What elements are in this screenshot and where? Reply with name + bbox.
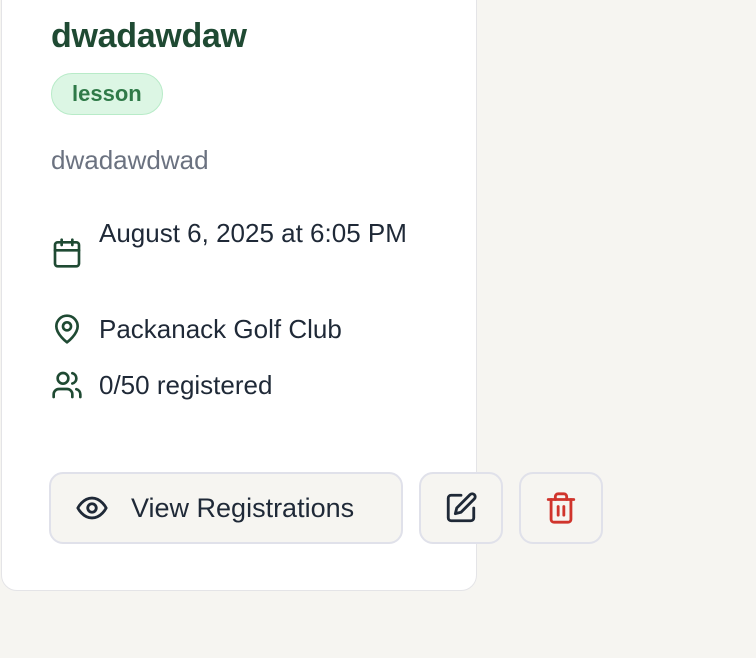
- event-title: dwadawdaw: [51, 17, 247, 55]
- event-registration-row: 0/50 registered: [51, 365, 272, 405]
- map-pin-icon: [51, 313, 83, 345]
- event-description: dwadawdwad: [51, 145, 209, 175]
- users-icon: [51, 369, 83, 401]
- event-location-row: Packanack Golf Club: [51, 309, 342, 349]
- event-type-badge: lesson: [51, 73, 163, 115]
- eye-icon: [75, 491, 109, 525]
- edit-event-button[interactable]: [419, 472, 503, 544]
- view-registrations-label: View Registrations: [131, 492, 355, 523]
- delete-event-button[interactable]: [519, 472, 603, 544]
- calendar-icon: [51, 237, 83, 269]
- event-location-text: Packanack Golf Club: [99, 314, 342, 344]
- event-registration-text: 0/50 registered: [99, 370, 273, 400]
- edit-icon: [444, 491, 478, 525]
- event-date-text: August 6, 2025 at 6:05 PM: [99, 218, 407, 248]
- event-date-row: August 6, 2025 at 6:05 PM: [51, 213, 419, 269]
- trash-icon: [544, 491, 578, 525]
- view-registrations-button[interactable]: View Registrations: [49, 472, 403, 544]
